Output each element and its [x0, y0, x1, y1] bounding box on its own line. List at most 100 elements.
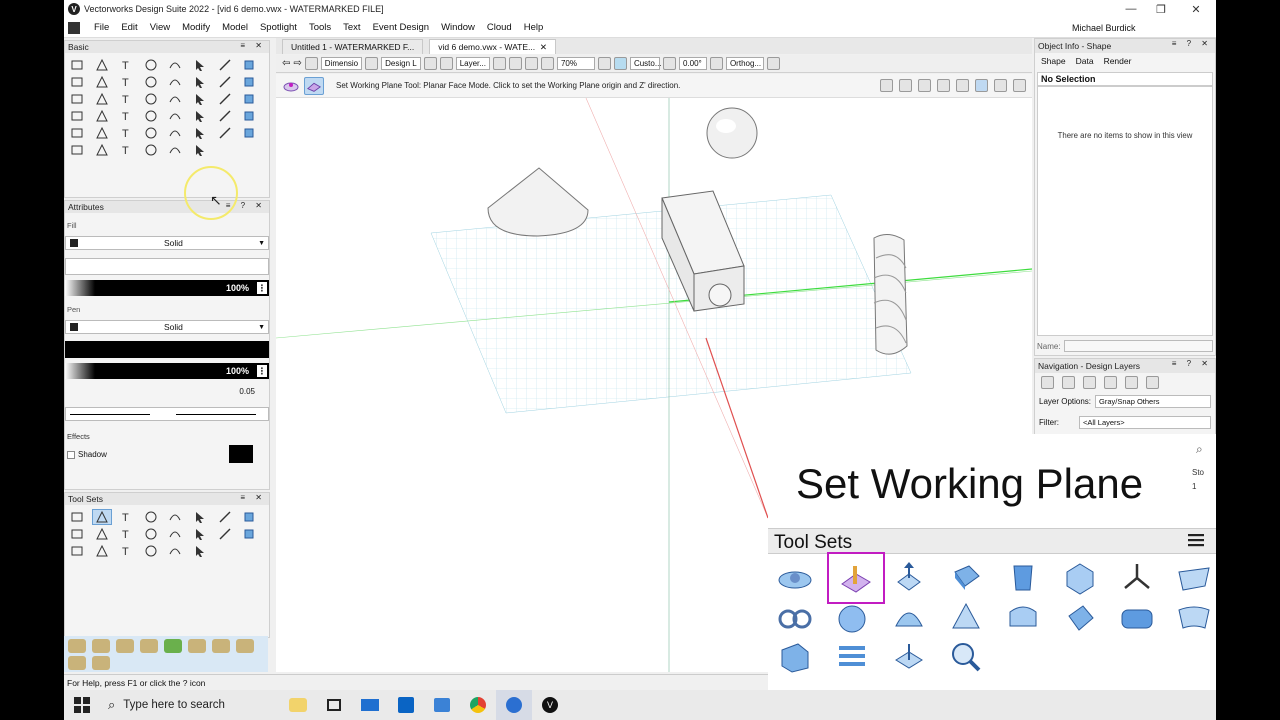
- doc-tab-active[interactable]: vid 6 demo.vwx - WATE... ✕: [429, 39, 556, 54]
- toolset-tool-icon[interactable]: T: [116, 526, 136, 542]
- palette-controls[interactable]: ≡ ? ✕: [1172, 39, 1212, 48]
- basic-tool-icon[interactable]: [92, 91, 112, 107]
- toolset-tool-icon[interactable]: [886, 558, 932, 598]
- basic-tool-icon[interactable]: [190, 142, 210, 158]
- user-name[interactable]: Michael Burdick: [1072, 23, 1136, 33]
- basic-tool-icon[interactable]: [67, 125, 87, 141]
- toolset-tool-icon[interactable]: [165, 543, 185, 559]
- toolset-tool-icon[interactable]: T: [116, 543, 136, 559]
- eye-icon[interactable]: [766, 57, 780, 70]
- zoom-fit-icon[interactable]: [508, 57, 522, 70]
- basic-tool-icon[interactable]: T: [116, 74, 136, 90]
- toolset-tool-icon[interactable]: [190, 509, 210, 525]
- set-working-plane-tool-icon[interactable]: [827, 552, 885, 604]
- toolset-tool-icon[interactable]: [1000, 558, 1046, 598]
- menu-spotlight[interactable]: Spotlight: [254, 22, 303, 33]
- shadow-toggle[interactable]: Shadow: [67, 450, 107, 459]
- basic-tool-icon[interactable]: T: [116, 125, 136, 141]
- basic-tool-icon[interactable]: [67, 108, 87, 124]
- basic-tool-icon[interactable]: [165, 108, 185, 124]
- toolset-tool-icon[interactable]: [1114, 558, 1160, 598]
- planar-face-mode-icon[interactable]: [304, 76, 324, 95]
- basic-tool-icon[interactable]: [92, 74, 112, 90]
- menu-model[interactable]: Model: [216, 22, 254, 33]
- toolset-tool-icon[interactable]: [67, 543, 87, 559]
- toolset-tool-icon[interactable]: [141, 526, 161, 542]
- snap-settings-icon[interactable]: [918, 79, 931, 92]
- menu-help[interactable]: Help: [518, 22, 550, 33]
- toolset-tool-icon[interactable]: [92, 543, 112, 559]
- vectorworks-taskbar-icon[interactable]: V: [532, 690, 568, 720]
- basic-tool-icon[interactable]: [215, 125, 235, 141]
- screen-recorder-icon[interactable]: [496, 690, 532, 720]
- toolset-category-icon[interactable]: [68, 656, 86, 670]
- kebab-icon[interactable]: ⋮: [257, 282, 267, 294]
- zoom-icon[interactable]: [524, 57, 538, 70]
- toolset-category-icon[interactable]: [92, 639, 110, 653]
- basic-tool-icon[interactable]: [215, 57, 235, 73]
- basic-tool-icon[interactable]: T: [116, 91, 136, 107]
- store-icon[interactable]: [424, 690, 460, 720]
- cylinder[interactable]: [708, 283, 732, 307]
- layer-options-dropdown[interactable]: Gray/Snap Others: [1095, 395, 1211, 408]
- menu-edit[interactable]: Edit: [115, 22, 143, 33]
- basic-tool-icon[interactable]: [239, 74, 259, 90]
- basic-tool-icon[interactable]: [190, 91, 210, 107]
- arrow-left-icon[interactable]: ⇦: [282, 58, 290, 69]
- rotate-icon[interactable]: [662, 57, 676, 70]
- arrow-right-icon[interactable]: ⇨: [293, 58, 301, 69]
- rectangle-icon[interactable]: [994, 79, 1007, 92]
- filter-dropdown[interactable]: <All Layers>: [1079, 416, 1211, 429]
- toolset-tool-icon[interactable]: [92, 526, 112, 542]
- snap-grid-icon[interactable]: [937, 79, 950, 92]
- help-icon[interactable]: [1013, 79, 1026, 92]
- basic-tool-icon[interactable]: [92, 125, 112, 141]
- toolset-tool-icon[interactable]: [772, 636, 818, 676]
- layers-icon[interactable]: [423, 57, 437, 70]
- toolset-tool-icon[interactable]: [239, 526, 259, 542]
- menu-window[interactable]: Window: [435, 22, 481, 33]
- sphere[interactable]: [706, 107, 758, 159]
- toolset-tool-icon[interactable]: [772, 558, 818, 598]
- taskbar-search[interactable]: ⌕ Type here to search: [100, 690, 280, 720]
- design-layer-dropdown[interactable]: Design L: [381, 57, 421, 70]
- close-button[interactable]: ✕: [1179, 0, 1213, 18]
- render-quality-icon[interactable]: [613, 57, 627, 70]
- rotation-angle-field[interactable]: 0.00°: [678, 57, 707, 70]
- toolset-tool-icon[interactable]: [1057, 598, 1103, 638]
- toolset-tool-icon[interactable]: [67, 526, 87, 542]
- grid-icon[interactable]: [709, 57, 723, 70]
- minimize-button[interactable]: —: [1114, 0, 1148, 18]
- toolset-tool-icon[interactable]: [141, 543, 161, 559]
- toolset-tool-icon[interactable]: [67, 509, 87, 525]
- snap-icon[interactable]: [880, 79, 893, 92]
- toolset-tool-icon[interactable]: [165, 526, 185, 542]
- basic-tool-icon[interactable]: [165, 74, 185, 90]
- toolset-category-icon[interactable]: [92, 656, 110, 670]
- basic-tool-icon[interactable]: [165, 91, 185, 107]
- basic-tool-icon[interactable]: [190, 108, 210, 124]
- basic-tool-icon[interactable]: T: [116, 108, 136, 124]
- restore-button[interactable]: ❐: [1144, 0, 1178, 18]
- toolset-category-icon[interactable]: [164, 639, 182, 653]
- menu-cloud[interactable]: Cloud: [481, 22, 518, 33]
- chrome-icon[interactable]: [460, 690, 496, 720]
- menu-event-design[interactable]: Event Design: [367, 22, 436, 33]
- basic-tool-icon[interactable]: [215, 74, 235, 90]
- tab-data[interactable]: Data: [1073, 55, 1097, 67]
- line-weight-dropdown[interactable]: 0.05: [65, 387, 269, 399]
- toolset-category-icon[interactable]: [236, 639, 254, 653]
- toolset-tool-icon[interactable]: [886, 636, 932, 676]
- basic-tool-icon[interactable]: [92, 108, 112, 124]
- search-icon[interactable]: ⌕: [1196, 442, 1203, 457]
- mail-icon[interactable]: [352, 690, 388, 720]
- projection-dropdown[interactable]: Orthog...: [725, 57, 764, 70]
- toolset-tool-icon[interactable]: [829, 598, 875, 638]
- nav-edit-icon[interactable]: [1146, 376, 1159, 389]
- fill-color-field[interactable]: [65, 258, 269, 275]
- toolset-tool-icon[interactable]: [1171, 598, 1216, 638]
- basic-tool-icon[interactable]: [141, 108, 161, 124]
- palette-controls[interactable]: ≡ ✕: [240, 41, 266, 50]
- menu-file[interactable]: File: [88, 22, 115, 33]
- nav-frame-icon[interactable]: [1083, 376, 1096, 389]
